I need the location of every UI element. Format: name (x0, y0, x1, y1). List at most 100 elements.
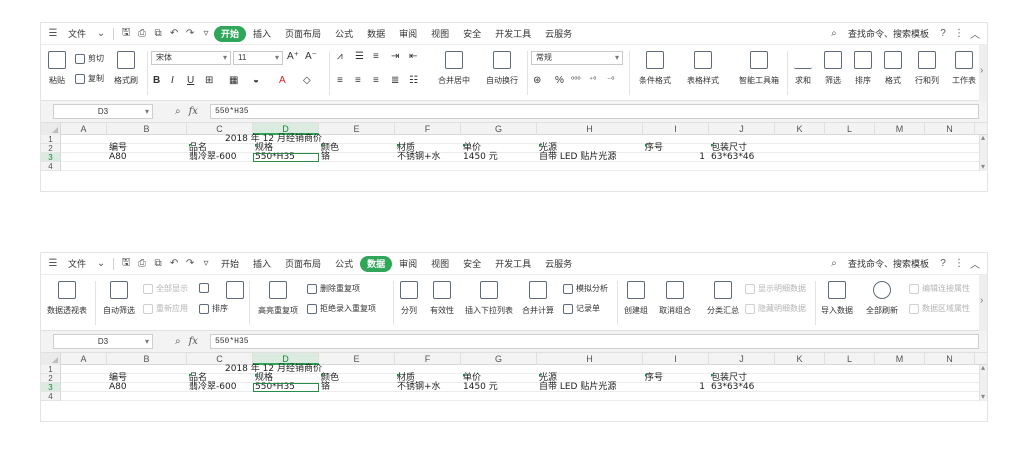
underline-icon[interactable]: U (187, 75, 194, 86)
record-button[interactable]: 记录单 (563, 303, 600, 314)
fx-icon[interactable]: fx (189, 106, 198, 117)
data-cell[interactable]: 1450 元 (463, 383, 498, 392)
tab-cloud[interactable]: 云服务 (538, 256, 579, 272)
sort-button[interactable]: 排序 (199, 303, 228, 314)
sum-button[interactable]: 求和 (791, 45, 815, 86)
save-icon[interactable]: 🖫 (118, 26, 134, 42)
shrink-font-icon[interactable]: A⁻ (305, 51, 317, 62)
tab-view[interactable]: 视图 (424, 256, 456, 272)
wrap-text-button[interactable]: 自动换行 (481, 45, 523, 86)
edit-links-button[interactable]: 编辑连接属性 (909, 283, 970, 294)
ribbon-scroll-right[interactable] (979, 45, 987, 101)
search-icon[interactable]: ⌕ (826, 26, 842, 42)
increase-decimal-icon[interactable]: ⁺⁰ (589, 75, 596, 84)
vertical-scrollbar[interactable] (979, 133, 987, 171)
tab-review[interactable]: 审阅 (392, 26, 424, 42)
data-cell[interactable]: 铬 (321, 153, 330, 162)
more-icon[interactable]: ⋮ (951, 26, 967, 42)
column-header[interactable]: G (461, 123, 537, 135)
formula-input[interactable]: 550*H35 (209, 334, 979, 349)
row-header[interactable]: 3 (41, 383, 61, 392)
column-header[interactable]: J (709, 123, 775, 135)
column-header[interactable]: F (395, 123, 461, 135)
highlight-dup-button[interactable]: 高亮重复项 (253, 275, 303, 316)
align-top-icon[interactable]: ⩘ (337, 51, 343, 62)
currency-icon[interactable]: ⊛ (533, 75, 541, 86)
font-color-icon[interactable]: A (279, 75, 286, 86)
select-all-corner[interactable] (41, 353, 61, 365)
tab-home[interactable]: 开始 (214, 25, 247, 42)
header-cell[interactable]: 序号 (645, 144, 663, 153)
column-header[interactable]: K (775, 123, 825, 135)
tab-page-layout[interactable]: 页面布局 (278, 256, 328, 272)
column-header[interactable]: A (61, 123, 107, 135)
tab-data[interactable]: 数据 (360, 255, 393, 272)
align-center-icon[interactable]: ≡ (355, 75, 361, 86)
smart-toolbox-button[interactable]: 智能工具箱 (735, 45, 783, 86)
column-header[interactable]: H (537, 353, 643, 365)
active-cell[interactable]: 550*H35 (253, 153, 319, 162)
data-cell[interactable]: A80 (109, 153, 127, 162)
data-cell[interactable]: 翡冷翠-600 (189, 383, 236, 392)
sort-asc-icon[interactable] (199, 283, 212, 293)
data-cell[interactable]: 不锈钢+水 (397, 383, 441, 392)
sort-button[interactable]: 排序 (851, 45, 875, 86)
column-header[interactable]: A (61, 353, 107, 365)
file-menu[interactable]: 文件 (61, 256, 93, 272)
active-cell[interactable]: 550*H35 (253, 383, 319, 392)
tab-review[interactable]: 审阅 (392, 256, 424, 272)
reapply-button[interactable]: 重新应用 (143, 303, 188, 314)
align-middle-icon[interactable]: ☰ (355, 51, 364, 62)
column-header[interactable]: I (643, 123, 709, 135)
column-header[interactable]: M (875, 123, 925, 135)
column-header[interactable]: I (643, 353, 709, 365)
decrease-decimal-icon[interactable]: ⁻⁰ (607, 75, 614, 84)
auto-filter-button[interactable]: 自动筛选 (99, 275, 139, 316)
data-cell[interactable]: 63*63*46 (711, 153, 754, 162)
column-header[interactable]: E (319, 123, 395, 135)
column-header[interactable]: B (107, 123, 187, 135)
show-all-button[interactable]: 全部显示 (143, 283, 188, 294)
select-all-corner[interactable] (41, 123, 61, 135)
name-box[interactable]: D3 (53, 334, 153, 349)
save-icon[interactable]: 🖫 (118, 256, 134, 272)
distribute-icon[interactable]: ☷ (409, 75, 418, 86)
worksheet-button[interactable]: 工作表 (949, 45, 979, 86)
tab-formula[interactable]: 公式 (328, 26, 360, 42)
data-cell[interactable]: 1450 元 (463, 153, 498, 162)
filter-button[interactable]: 筛选 (821, 45, 845, 86)
tab-data[interactable]: 数据 (360, 26, 392, 42)
validity-button[interactable]: 有效性 (425, 275, 459, 316)
tab-insert[interactable]: 插入 (246, 256, 278, 272)
chevron-down-icon[interactable]: ⌄ (93, 256, 109, 272)
file-menu[interactable]: 文件 (61, 26, 93, 42)
ribbon-scroll-right[interactable] (979, 275, 987, 331)
merge-center-button[interactable]: 合并居中 (433, 45, 475, 86)
pivot-table-button[interactable]: 数据透视表 (45, 275, 89, 316)
conditional-format-button[interactable]: 条件格式 (633, 45, 677, 86)
fill-color-icon[interactable]: ▦ (229, 75, 238, 86)
table-style-button[interactable]: 表格样式 (681, 45, 725, 86)
collapse-ribbon-icon[interactable]: ︿ (967, 256, 983, 272)
reject-dup-button[interactable]: 拒绝录入重复项 (307, 303, 376, 314)
align-bottom-icon[interactable]: ≡ (373, 51, 379, 62)
data-cell[interactable]: 63*63*46 (711, 383, 754, 392)
row-col-button[interactable]: 行和列 (911, 45, 943, 86)
italic-icon[interactable]: I (171, 75, 174, 86)
tab-view[interactable]: 视图 (424, 26, 456, 42)
undo-icon[interactable]: ↶ (166, 256, 182, 272)
border-icon[interactable]: ⊞ (205, 75, 213, 86)
row-header[interactable]: 2 (41, 374, 61, 383)
format-painter-button[interactable]: 格式刷 (111, 45, 141, 86)
column-header[interactable]: G (461, 353, 537, 365)
thousands-icon[interactable]: ⁰⁰⁰ (571, 75, 581, 84)
formula-input[interactable]: 550*H35 (209, 104, 979, 119)
cut-button[interactable]: 剪切 (75, 53, 104, 64)
copy-button[interactable]: 复制 (75, 73, 104, 84)
vertical-scrollbar[interactable] (979, 363, 987, 401)
bold-icon[interactable]: B (153, 75, 160, 86)
undo-icon[interactable]: ↶ (166, 26, 182, 42)
row-header[interactable]: 2 (41, 144, 61, 153)
insert-dropdown-button[interactable]: 插入下拉列表 (463, 275, 515, 316)
column-header[interactable]: N (925, 353, 975, 365)
